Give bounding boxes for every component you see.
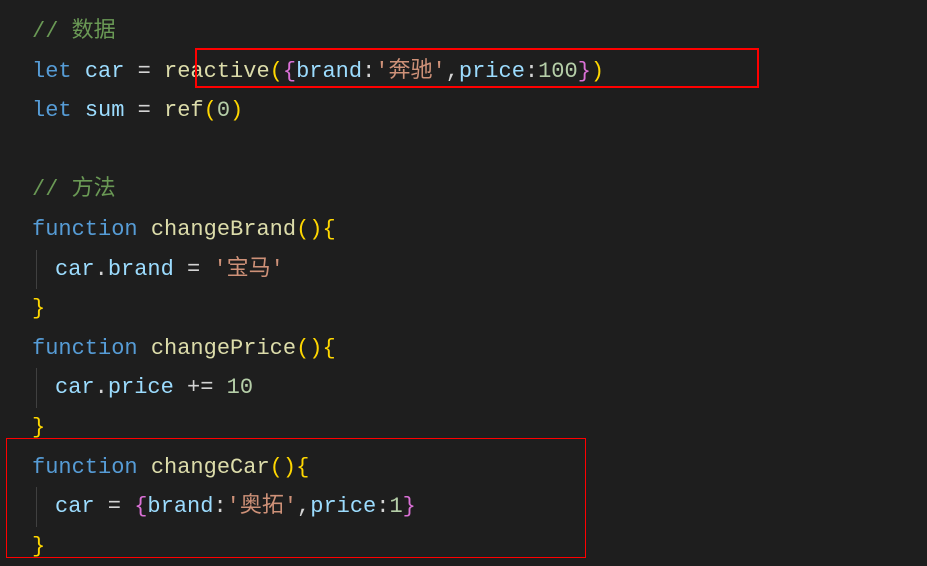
keyword: let: [32, 59, 72, 84]
brace: }: [32, 296, 45, 321]
variable: car: [55, 375, 95, 400]
string: '奔驰': [375, 59, 445, 84]
code-line: car.brand = '宝马': [32, 250, 927, 290]
variable: car: [85, 59, 125, 84]
code-line: car = {brand:'奥拓',price:1}: [32, 487, 927, 527]
colon: :: [362, 59, 375, 84]
string: '奥拓': [227, 494, 297, 519]
brace: {: [283, 59, 296, 84]
code-line: car.price += 10: [32, 368, 927, 408]
paren: (: [270, 59, 283, 84]
operator: =: [124, 98, 164, 123]
code-line-empty: [32, 131, 927, 171]
property: brand: [147, 494, 213, 519]
code-line: function changePrice(){: [32, 329, 927, 369]
number: 0: [217, 98, 230, 123]
number: 1: [389, 494, 402, 519]
operator: +=: [174, 375, 227, 400]
paren: ): [591, 59, 604, 84]
brace: }: [578, 59, 591, 84]
property: brand: [108, 257, 174, 282]
parens: (): [296, 336, 322, 361]
code-line: function changeBrand(){: [32, 210, 927, 250]
keyword: let: [32, 98, 72, 123]
property: price: [459, 59, 525, 84]
brace: {: [322, 217, 335, 242]
dot: .: [95, 375, 108, 400]
comment: // 方法: [32, 177, 116, 202]
brace: }: [32, 534, 45, 559]
property: brand: [296, 59, 362, 84]
property: price: [108, 375, 174, 400]
property: price: [310, 494, 376, 519]
colon: :: [525, 59, 538, 84]
code-line: }: [32, 289, 927, 329]
function-name: changeBrand: [138, 217, 296, 242]
operator: =: [174, 257, 214, 282]
comma: ,: [297, 494, 310, 519]
colon: :: [376, 494, 389, 519]
string: '宝马': [213, 257, 283, 282]
function-name: changePrice: [138, 336, 296, 361]
number: 100: [538, 59, 578, 84]
parens: (): [296, 217, 322, 242]
variable: car: [55, 494, 95, 519]
keyword: function: [32, 336, 138, 361]
brace: {: [134, 494, 147, 519]
code-line: }: [32, 408, 927, 448]
brace: }: [403, 494, 416, 519]
paren: ): [230, 98, 243, 123]
function-call: ref: [164, 98, 204, 123]
code-line: let sum = ref(0): [32, 91, 927, 131]
function-call: reactive: [164, 59, 270, 84]
code-line: let car = reactive({brand:'奔驰',price:100…: [32, 52, 927, 92]
code-line: }: [32, 527, 927, 566]
brace: {: [296, 455, 309, 480]
keyword: function: [32, 455, 138, 480]
code-editor[interactable]: // 数据 let car = reactive({brand:'奔驰',pri…: [0, 12, 927, 566]
code-line: function changeCar(){: [32, 448, 927, 488]
code-line: // 方法: [32, 170, 927, 210]
variable: car: [55, 257, 95, 282]
variable: sum: [85, 98, 125, 123]
code-line: // 数据: [32, 12, 927, 52]
comma: ,: [446, 59, 459, 84]
parens: (): [270, 455, 296, 480]
brace: {: [322, 336, 335, 361]
operator: =: [124, 59, 164, 84]
operator: =: [95, 494, 135, 519]
colon: :: [213, 494, 226, 519]
paren: (: [204, 98, 217, 123]
keyword: function: [32, 217, 138, 242]
dot: .: [95, 257, 108, 282]
comment: // 数据: [32, 19, 116, 44]
brace: }: [32, 415, 45, 440]
number: 10: [227, 375, 253, 400]
function-name: changeCar: [138, 455, 270, 480]
